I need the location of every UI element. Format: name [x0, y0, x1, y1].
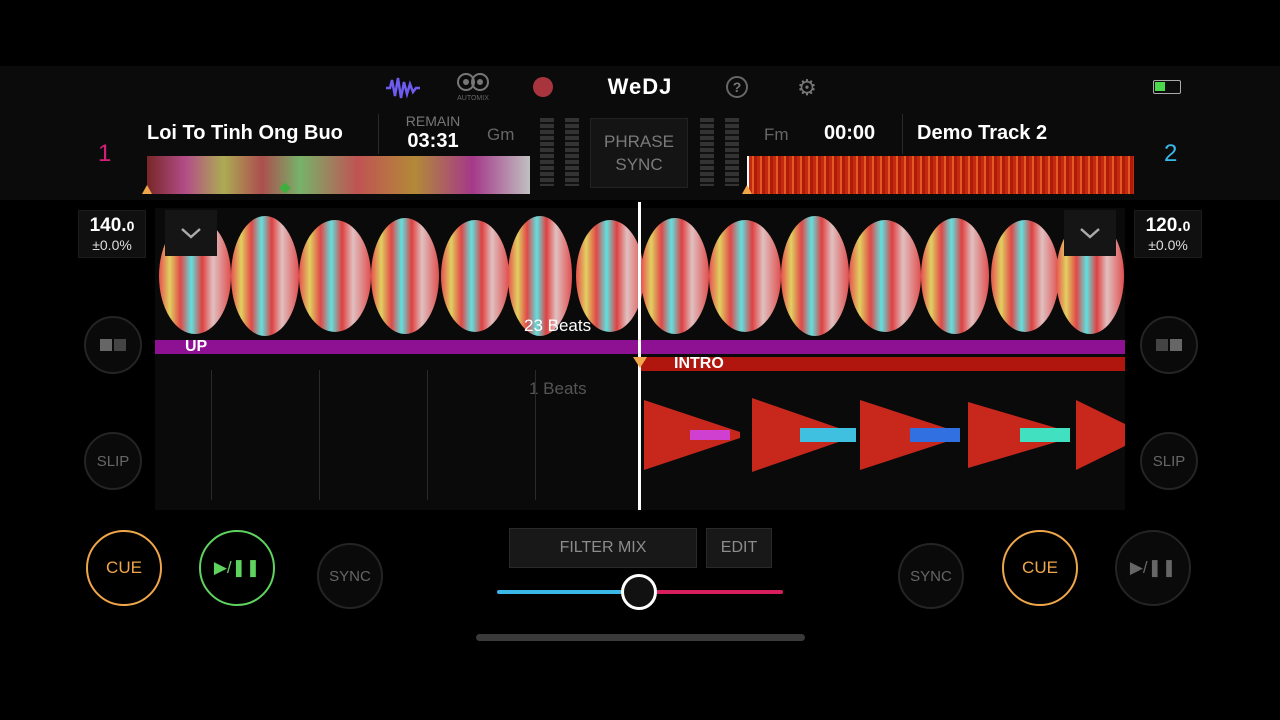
deck2-play-pause-button[interactable]: ▶/❚❚	[1115, 530, 1191, 606]
deck1-key: Gm	[487, 125, 515, 144]
deck1-slip-button[interactable]: SLIP	[84, 432, 142, 490]
deck2-track-title[interactable]: Demo Track 2	[917, 122, 1097, 145]
deck2-bpm-display[interactable]: 120.0 ±0.0%	[1134, 210, 1202, 258]
deck1-overview-waveform[interactable]	[147, 156, 530, 194]
edit-button[interactable]: EDIT	[706, 528, 772, 568]
cue-point-marker	[633, 357, 647, 368]
deck2-key: Fm	[764, 125, 789, 144]
phrase-sync-line1: PHRASE	[604, 132, 674, 151]
app-logo: WeDJ	[607, 74, 673, 99]
deck2-level-meter-right	[725, 118, 739, 186]
deck2-slip-button[interactable]: SLIP	[1140, 432, 1198, 490]
phrase-sync-button[interactable]: PHRASE SYNC	[590, 118, 688, 188]
deck2-pad-toggle[interactable]	[1140, 316, 1198, 374]
gear-icon[interactable]: ⚙	[795, 75, 819, 100]
automix-label: AUTOMIX	[457, 95, 489, 102]
deck2-beats-label: 1 Beats	[529, 379, 587, 398]
deck1-pitch: ±0.0%	[92, 237, 132, 253]
deck1-beats-label: 23 Beats	[524, 316, 592, 335]
waveform-icon[interactable]	[384, 74, 422, 102]
pad-icon	[100, 339, 112, 351]
beat-grid-line	[535, 370, 536, 500]
battery-icon	[1153, 80, 1181, 94]
divider	[902, 114, 903, 154]
deck1-track-title[interactable]: Loi To Tinh Ong Buo	[147, 122, 363, 145]
home-indicator[interactable]	[476, 634, 805, 641]
filter-mix-button[interactable]: FILTER MIX	[509, 528, 697, 568]
beat-grid-line	[319, 370, 320, 500]
deck1-play-pause-button[interactable]: ▶/❚❚	[199, 530, 275, 606]
crossfader-left-track	[497, 590, 640, 594]
deck1-remain-label: REMAIN	[405, 113, 461, 129]
deck2-sync-button[interactable]: SYNC	[898, 543, 964, 609]
help-icon[interactable]: ?	[726, 76, 748, 98]
deck1-sync-button[interactable]: SYNC	[317, 543, 383, 609]
automix-button[interactable]: AUTOMIX	[452, 72, 494, 104]
deck2-bpm-integer: 120.	[1145, 215, 1183, 236]
record-icon[interactable]	[533, 77, 553, 97]
deck1-cue-marker	[142, 185, 152, 194]
deck2-time: 00:00	[824, 122, 876, 144]
pad-icon	[1170, 339, 1182, 351]
beat-grid-line	[211, 370, 212, 500]
pad-icon	[1156, 339, 1168, 351]
deck1-phrase-label: UP	[185, 338, 208, 355]
deck1-bpm-integer: 140.	[89, 215, 127, 236]
deck1-bpm-decimal: 0	[126, 218, 135, 234]
deck1-cue-button[interactable]: CUE	[86, 530, 162, 606]
deck2-cue-marker	[742, 185, 752, 194]
divider	[378, 114, 379, 154]
deck2-main-waveform	[644, 398, 1125, 472]
deck2-bpm-decimal: 0	[1182, 218, 1191, 234]
deck2-number: 2	[1164, 140, 1178, 167]
deck2-level-meter-left	[700, 118, 714, 186]
crossfader-right-track	[640, 590, 783, 594]
deck2-cue-button[interactable]: CUE	[1002, 530, 1078, 606]
automix-icon	[457, 73, 489, 91]
deck1-number: 1	[98, 140, 112, 167]
deck1-level-meter-right	[565, 118, 579, 186]
pad-icon	[114, 339, 126, 351]
phrase-sync-line2: SYNC	[615, 155, 663, 174]
deck1-pad-toggle[interactable]	[84, 316, 142, 374]
beat-grid-line	[427, 370, 428, 500]
deck2-expand-chevron-icon[interactable]	[1064, 210, 1116, 256]
playhead	[638, 202, 641, 510]
deck1-expand-chevron-icon[interactable]	[165, 210, 217, 256]
deck1-level-meter-left	[540, 118, 554, 186]
deck2-pitch: ±0.0%	[1148, 237, 1188, 253]
deck1-remain-time: 03:31	[407, 130, 459, 152]
deck1-bpm-display[interactable]: 140.0 ±0.0%	[78, 210, 146, 258]
deck2-overview-waveform[interactable]	[749, 156, 1134, 194]
deck2-phrase-label: INTRO	[674, 355, 724, 372]
crossfader-knob[interactable]	[621, 574, 657, 610]
